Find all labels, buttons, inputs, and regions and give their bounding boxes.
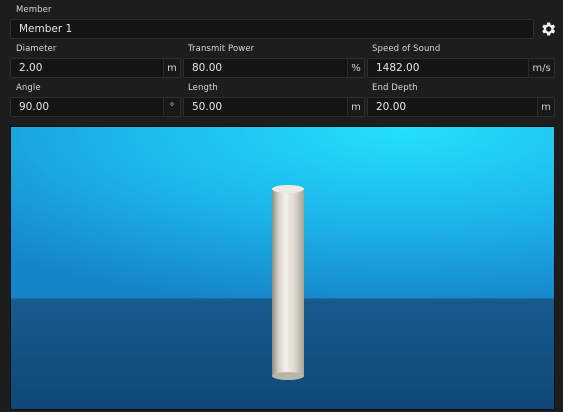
speed-of-sound-label: Speed of Sound [372,44,441,54]
length-field[interactable]: 50.00 m [183,97,365,117]
speed-of-sound-unit: m/s [528,59,554,77]
member-value: Member 1 [19,23,73,35]
transmit-power-field[interactable]: 80.00 % [183,58,365,78]
member-editor: Member Member 1 Diameter 2.00 m Transmit… [0,0,563,412]
length-label: Length [188,83,218,93]
member-pillar [272,185,304,380]
diameter-value: 2.00 [19,62,43,74]
end-depth-label: End Depth [372,83,418,93]
angle-field[interactable]: 90.00 ° [10,97,181,117]
gear-icon[interactable] [539,20,557,38]
angle-label: Angle [16,83,41,93]
end-depth-field[interactable]: 20.00 m [367,97,555,117]
diameter-field[interactable]: 2.00 m [10,58,181,78]
end-depth-unit: m [537,98,554,116]
angle-unit: ° [163,98,180,116]
diameter-label: Diameter [16,44,57,54]
angle-value: 90.00 [19,101,50,113]
end-depth-value: 20.00 [376,101,407,113]
speed-of-sound-value: 1482.00 [376,62,420,74]
transmit-power-value: 80.00 [192,62,223,74]
length-value: 50.00 [192,101,223,113]
3d-viewport[interactable] [10,126,555,410]
length-unit: m [347,98,364,116]
scene-canvas [11,127,554,409]
speed-of-sound-field[interactable]: 1482.00 m/s [367,58,555,78]
transmit-power-label: Transmit Power [188,44,255,54]
transmit-power-unit: % [347,59,364,77]
diameter-unit: m [163,59,180,77]
member-label: Member [16,5,52,15]
member-field[interactable]: Member 1 [10,19,534,39]
